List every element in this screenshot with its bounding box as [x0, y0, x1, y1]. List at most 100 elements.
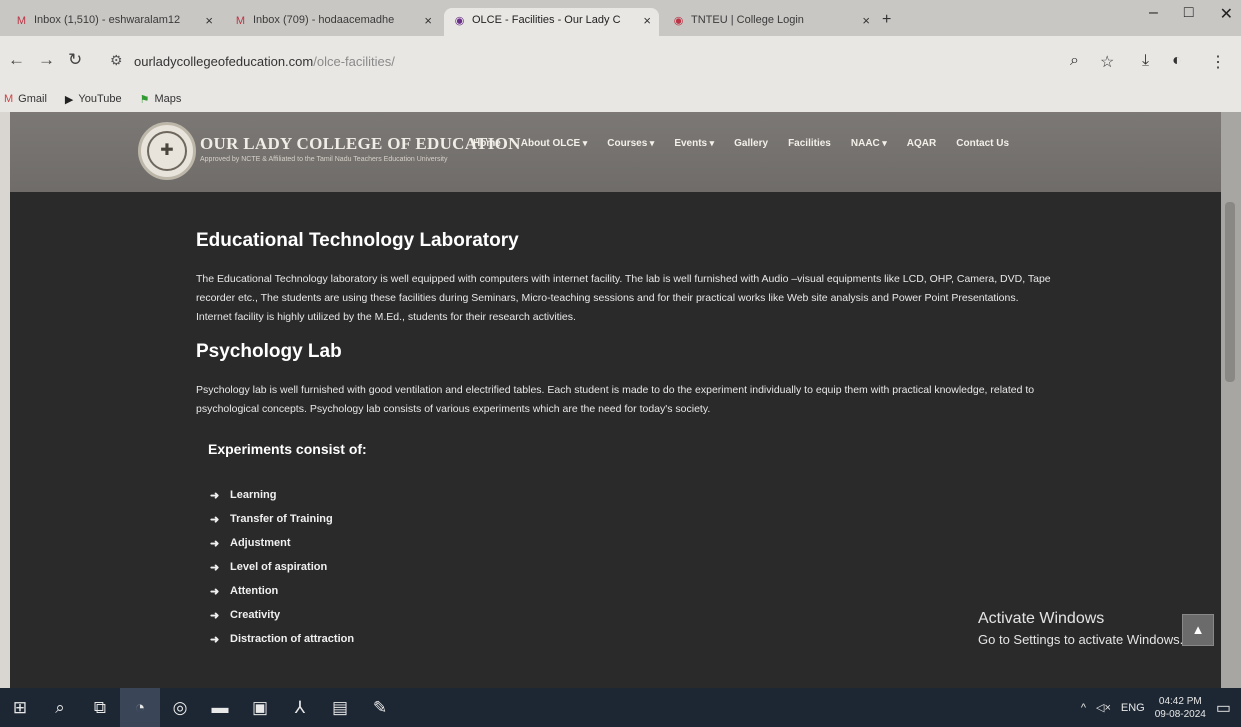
nav-contact[interactable]: Contact Us	[956, 138, 1009, 149]
main-content: Educational Technology Laboratory The Ed…	[196, 230, 1056, 651]
gmail-icon: M	[235, 15, 246, 27]
clock[interactable]: 04:42 PM 09-08-2024	[1155, 695, 1206, 721]
site-icon: ◉	[454, 15, 465, 27]
gmail-icon: M	[4, 93, 14, 105]
emblem-icon: ✚	[147, 131, 187, 171]
arrow-right-icon: ➜	[210, 489, 220, 502]
file-explorer-icon[interactable]: ▬	[200, 688, 240, 727]
nav-facilities[interactable]: Facilities	[788, 138, 831, 149]
main-navigation: Home About OLCE Courses Events Gallery F…	[473, 138, 1009, 149]
youtube-icon: ▶	[64, 93, 74, 106]
url-input[interactable]: ⚙ ourladycollegeofeducation.com/olce-fac…	[100, 46, 1020, 76]
minimize-icon[interactable]: –	[1149, 4, 1158, 24]
vertical-scrollbar[interactable]	[1221, 112, 1241, 688]
reload-icon[interactable]: ↻	[68, 50, 82, 70]
nav-gallery[interactable]: Gallery	[734, 138, 768, 149]
section-title-psychology: Psychology Lab	[196, 341, 342, 362]
store-icon[interactable]: ▣	[240, 688, 280, 727]
browser-tab[interactable]: M Inbox (709) - hodaacemadhe ×	[225, 8, 440, 36]
list-item: ➜ Creativity	[210, 609, 281, 622]
reader-icon[interactable]: ▤	[320, 688, 360, 727]
forward-arrow-icon[interactable]: →	[38, 50, 55, 70]
language-indicator[interactable]: ENG	[1121, 702, 1145, 714]
college-logo[interactable]: ✚	[138, 122, 196, 180]
arrow-right-icon: ➜	[210, 585, 220, 598]
site-settings-icon[interactable]: ⚙	[110, 52, 123, 69]
acrobat-icon[interactable]: ⅄	[280, 688, 320, 727]
arrow-right-icon: ➜	[210, 513, 220, 526]
scroll-to-top-button[interactable]: ▲	[1182, 614, 1214, 646]
volume-icon[interactable]: ◁×	[1096, 701, 1111, 714]
list-item: ➜ Distraction of attraction	[210, 633, 355, 646]
bookmarks-bar: M Gmail ▶ YouTube ⚑ Maps	[0, 86, 1241, 112]
list-item: ➜ Learning	[210, 489, 277, 502]
nav-home[interactable]: Home	[473, 138, 501, 149]
notification-icon[interactable]: ▭	[1216, 698, 1231, 718]
system-tray: ^ ◁× ENG 04:42 PM 09-08-2024 ▭	[1081, 688, 1231, 727]
chevron-up-icon[interactable]: ^	[1081, 702, 1086, 714]
arrow-right-icon: ➜	[210, 537, 220, 550]
nav-naac[interactable]: NAAC	[851, 138, 887, 149]
back-arrow-icon[interactable]: ←	[8, 50, 25, 70]
browser-tab-active[interactable]: ◉ OLCE - Facilities - Our Lady C ×	[444, 8, 659, 36]
browser-tab[interactable]: ◉ TNTEU | College Login ×	[663, 8, 878, 36]
windows-start-icon[interactable]: ⊞	[0, 688, 40, 727]
address-bar: ← → ↻ ⚙ ourladycollegeofeducation.com/ol…	[0, 36, 1241, 86]
arrow-right-icon: ➜	[210, 609, 220, 622]
paint-icon[interactable]: ✎	[360, 688, 400, 727]
tab-title: Inbox (1,510) - eshwaralam12	[34, 14, 181, 26]
list-item: ➜ Attention	[210, 585, 279, 598]
tab-title: Inbox (709) - hodaacemadhe	[253, 14, 395, 26]
nav-courses[interactable]: Courses	[607, 138, 654, 149]
windows-taskbar: ⊞ ⌕ ⧉ ◔ ◎ ▬ ▣ ⅄ ▤ ✎ ^ ◁× ENG 04:42 PM 09…	[0, 688, 1241, 727]
experiments-heading: Experiments consist of:	[208, 441, 367, 457]
tab-title: OLCE - Facilities - Our Lady C	[472, 14, 621, 26]
new-tab-button[interactable]: +	[882, 8, 906, 36]
chevron-up-icon: ▲	[1191, 622, 1205, 637]
url-text: ourladycollegeofeducation.com/olce-facil…	[134, 54, 395, 69]
section-text-psychology: Psychology lab is well furnished with go…	[196, 384, 1035, 415]
arrow-right-icon: ➜	[210, 633, 220, 646]
section-text-edtech: The Educational Technology laboratory is…	[196, 273, 1051, 323]
college-tagline: Approved by NCTE & Affiliated to the Tam…	[200, 156, 448, 163]
gmail-icon: M	[16, 15, 27, 27]
bookmark-gmail[interactable]: M Gmail	[4, 93, 47, 105]
section-title-edtech: Educational Technology Laboratory	[196, 230, 519, 251]
profile-icon[interactable]: ◐	[1172, 52, 1182, 70]
menu-icon[interactable]: ⋮	[1210, 52, 1226, 72]
close-icon[interactable]: ×	[643, 13, 651, 28]
screen: M Inbox (1,510) - eshwaralam12 × M Inbox…	[0, 0, 1241, 727]
task-view-icon[interactable]: ⧉	[80, 688, 120, 727]
scrollbar-thumb[interactable]	[1225, 202, 1235, 382]
close-icon[interactable]: ×	[424, 13, 432, 28]
activate-windows-watermark: Activate Windows Go to Settings to activ…	[978, 610, 1184, 647]
close-icon[interactable]: ×	[862, 13, 870, 28]
chrome-icon[interactable]: ◎	[160, 688, 200, 727]
zoom-search-icon[interactable]: ⌕	[1070, 52, 1079, 70]
bookmark-star-icon[interactable]: ☆	[1100, 52, 1114, 72]
experiments-list: ➜ Learning ➜ Transfer of Training ➜ Adjustm…	[210, 483, 1056, 651]
web-page: ✚ OUR LADY COLLEGE OF EDUCATION Approved…	[10, 112, 1231, 688]
list-item: ➜ Adjustment	[210, 537, 291, 550]
bookmark-maps[interactable]: ⚑ Maps	[140, 93, 182, 106]
search-icon[interactable]: ⌕	[40, 688, 80, 727]
nav-about[interactable]: About OLCE	[521, 138, 587, 149]
site-header: ✚ OUR LADY COLLEGE OF EDUCATION Approved…	[10, 112, 1231, 192]
close-icon[interactable]: ×	[205, 13, 213, 28]
edge-browser-icon[interactable]: ◔	[120, 688, 160, 727]
list-item: ➜ Level of aspiration	[210, 561, 328, 574]
nav-aqar[interactable]: AQAR	[907, 138, 936, 149]
browser-tab[interactable]: M Inbox (1,510) - eshwaralam12 ×	[6, 8, 221, 36]
tab-title: TNTEU | College Login	[691, 14, 804, 26]
nav-events[interactable]: Events	[674, 138, 714, 149]
list-item: ➜ Transfer of Training	[210, 513, 333, 526]
window-controls: – □ ✕	[1149, 4, 1233, 24]
browser-tab-bar: M Inbox (1,510) - eshwaralam12 × M Inbox…	[0, 0, 1241, 36]
maximize-icon[interactable]: □	[1184, 4, 1194, 24]
close-window-icon[interactable]: ✕	[1220, 4, 1233, 24]
download-icon[interactable]: ⤓	[1142, 52, 1149, 70]
arrow-right-icon: ➜	[210, 561, 220, 574]
site-icon: ◉	[673, 15, 684, 27]
maps-icon: ⚑	[139, 93, 150, 106]
bookmark-youtube[interactable]: ▶ YouTube	[65, 93, 122, 106]
